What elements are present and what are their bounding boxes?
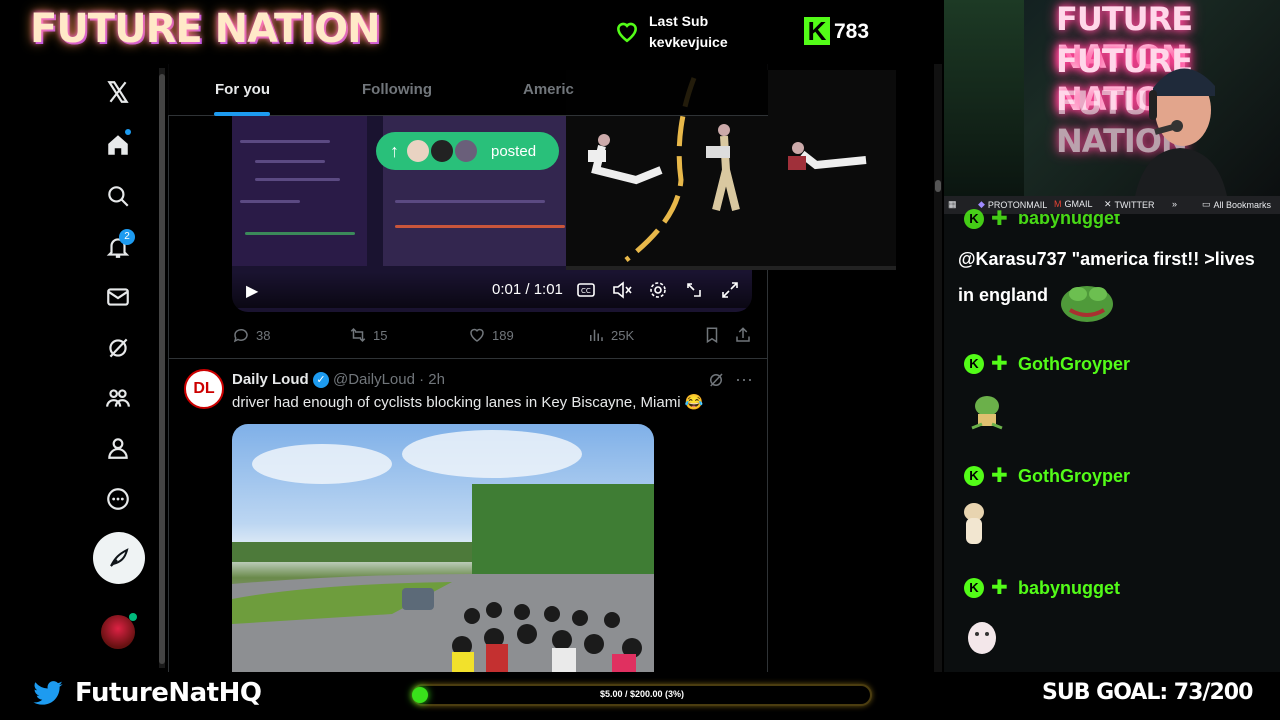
hamster-emote	[968, 622, 996, 654]
post-author-avatar[interactable]: DL	[184, 369, 224, 409]
reply-icon	[233, 328, 248, 343]
left-scrollbar-thumb[interactable]	[159, 74, 165, 664]
timeline-tabs: For you Following Americ	[168, 64, 768, 116]
post-author-name[interactable]: Daily Loud	[232, 371, 309, 388]
gift-badge-icon: ✚	[991, 208, 1008, 230]
kick-badge-icon: K	[964, 578, 984, 598]
post-more-icon[interactable]: ···	[735, 369, 753, 390]
main-scrollbar[interactable]	[934, 64, 942, 672]
grok-icon[interactable]	[707, 371, 725, 389]
fullscreen-icon[interactable]	[720, 280, 740, 300]
views-icon	[590, 329, 603, 341]
arrow-up-icon: ↑	[390, 140, 399, 161]
svg-text:CC: CC	[581, 287, 591, 295]
plant-background	[944, 0, 1024, 196]
all-bookmarks-button[interactable]: ▭ All Bookmarks	[1202, 199, 1271, 210]
captions-icon[interactable]: CC	[576, 280, 596, 300]
x-left-nav	[0, 64, 160, 672]
pill-avatar	[453, 138, 479, 164]
repost-icon	[350, 327, 366, 343]
main-scrollbar-thumb[interactable]	[935, 180, 941, 192]
guitarist-figure	[788, 142, 867, 170]
cyclists-scene	[232, 430, 654, 672]
cat-emote	[964, 503, 984, 544]
apps-grid-icon[interactable]: ▦	[948, 199, 957, 210]
tab-following[interactable]: Following	[362, 81, 432, 98]
gift-badge-icon: ✚	[991, 577, 1008, 599]
bookmark-twitter[interactable]: ✕ TWITTER	[1104, 199, 1155, 210]
pill-avatar	[405, 138, 431, 164]
mute-icon[interactable]	[612, 280, 632, 300]
more-icon[interactable]	[103, 484, 133, 514]
repost-button[interactable]: 15	[349, 326, 387, 344]
bookmark-button[interactable]	[703, 326, 721, 344]
bookmark-protonmail[interactable]: ◆ PROTONMAIL	[978, 199, 1047, 210]
tab-for-you[interactable]: For you	[215, 81, 270, 98]
post-divider	[168, 358, 768, 359]
post-video-thumbnail[interactable]	[232, 424, 654, 672]
follower-count: 783	[834, 20, 870, 43]
x-logo-icon[interactable]	[103, 77, 133, 107]
reply-button[interactable]: 38	[232, 326, 270, 344]
gift-badge-icon: ✚	[991, 465, 1008, 487]
share-button[interactable]	[734, 326, 752, 344]
guitarist-figure	[588, 134, 663, 185]
streamer	[1135, 68, 1227, 196]
stream-logo: FUTURE NATION	[30, 6, 381, 52]
last-sub-name: kevkevjuice	[649, 34, 728, 50]
share-icon	[736, 327, 750, 342]
kick-logo-icon: K	[804, 17, 830, 45]
pill-avatar	[429, 138, 455, 164]
account-status-dot	[129, 613, 137, 621]
bookmark-gmail[interactable]: M GMAIL	[1054, 199, 1093, 209]
view-count: 25K	[611, 327, 635, 343]
reply-count: 38	[256, 327, 271, 343]
communities-icon[interactable]	[103, 383, 133, 413]
new-posts-pill[interactable]: ↑ posted	[376, 132, 559, 170]
compose-post-button[interactable]	[93, 532, 145, 584]
pepe-laugh-emote	[1061, 286, 1113, 322]
active-tab-indicator	[214, 112, 270, 116]
grok-icon[interactable]	[103, 333, 133, 363]
gift-badge-icon: ✚	[991, 353, 1008, 375]
chat-username[interactable]: babynugget	[1018, 578, 1120, 599]
messages-icon[interactable]	[103, 282, 133, 312]
guitarist-figure	[706, 124, 740, 211]
video-content-left	[232, 116, 367, 266]
twitter-handle: FutureNatHQ	[75, 678, 262, 708]
heart-outline-icon	[470, 328, 484, 342]
post-author-handle[interactable]: @DailyLoud · 2h	[333, 371, 445, 388]
video-time: 0:01 / 1:01	[492, 281, 563, 298]
sub-goal-text: SUB GOAL: 73/200	[1042, 680, 1253, 705]
last-sub-title: Last Sub	[649, 13, 709, 29]
kick-badge-icon: K	[964, 466, 984, 486]
feather-icon	[110, 548, 129, 567]
posted-label: posted	[491, 142, 537, 160]
verified-badge-icon: ✓	[313, 372, 329, 388]
post-text: driver had enough of cyclists blocking l…	[232, 394, 704, 411]
like-button[interactable]: 189	[468, 326, 514, 344]
settings-icon[interactable]	[648, 280, 668, 300]
kick-badge-icon: K	[964, 209, 984, 229]
twitter-bird-icon	[33, 681, 63, 705]
frog-emote	[971, 396, 1003, 430]
bookmark-icon	[706, 327, 718, 344]
chat-username[interactable]: GothGroyper	[1018, 466, 1130, 487]
pip-progress-bar[interactable]	[566, 266, 896, 270]
home-unread-dot	[125, 129, 131, 135]
notifications-badge: 2	[119, 229, 135, 245]
play-icon[interactable]: ▶	[246, 281, 264, 300]
profile-icon[interactable]	[103, 433, 133, 463]
bookmarks-overflow-button[interactable]: »	[1172, 199, 1177, 209]
search-icon[interactable]	[103, 181, 133, 211]
views-button[interactable]: 25K	[587, 326, 634, 344]
pip-icon[interactable]	[684, 280, 704, 300]
kick-badge-icon: K	[964, 354, 984, 374]
repost-count: 15	[373, 327, 388, 343]
chat-username[interactable]: GothGroyper	[1018, 354, 1130, 375]
tab-america[interactable]: Americ	[523, 81, 574, 98]
heart-icon	[617, 22, 637, 43]
like-count: 189	[492, 327, 514, 343]
donation-goal-text: $5.00 / $200.00 (3%)	[599, 689, 685, 699]
